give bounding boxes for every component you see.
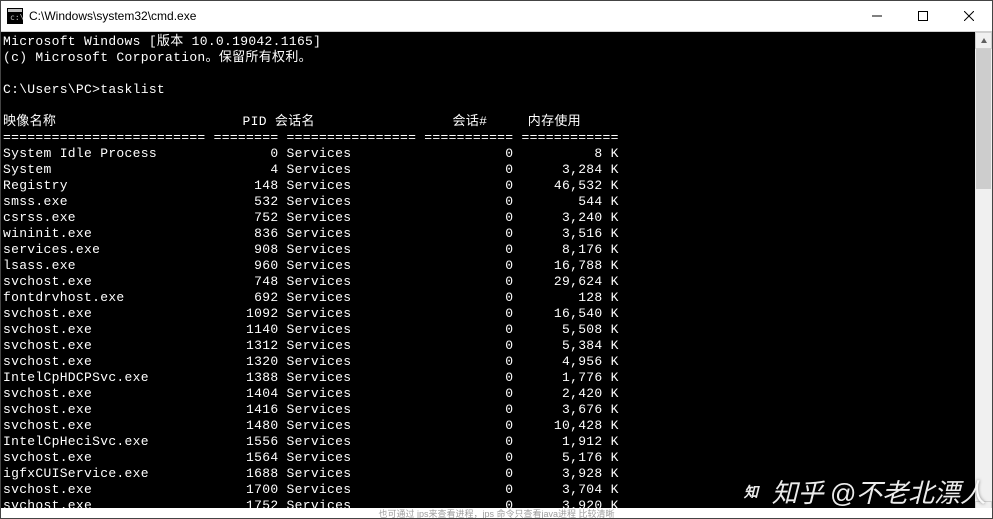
window-title: C:\Windows\system32\cmd.exe — [29, 9, 196, 23]
maximize-button[interactable] — [900, 1, 946, 31]
window-frame: c:\ C:\Windows\system32\cmd.exe Microsof… — [0, 0, 993, 519]
scroll-up-arrow[interactable] — [975, 32, 992, 49]
close-button[interactable] — [946, 1, 992, 31]
client-area: Microsoft Windows [版本 10.0.19042.1165] (… — [1, 32, 992, 518]
caption-strip: 也可通过 jps来查看进程，jps 命令只查看java进程 比较清晰 — [1, 508, 992, 518]
scroll-track[interactable] — [975, 49, 992, 501]
cmd-icon: c:\ — [7, 8, 23, 24]
vertical-scrollbar[interactable] — [975, 32, 992, 518]
terminal-output[interactable]: Microsoft Windows [版本 10.0.19042.1165] (… — [1, 32, 975, 518]
svg-text:c:\: c:\ — [10, 13, 23, 22]
scroll-thumb[interactable] — [976, 49, 991, 189]
titlebar[interactable]: c:\ C:\Windows\system32\cmd.exe — [1, 1, 992, 32]
minimize-button[interactable] — [854, 1, 900, 31]
